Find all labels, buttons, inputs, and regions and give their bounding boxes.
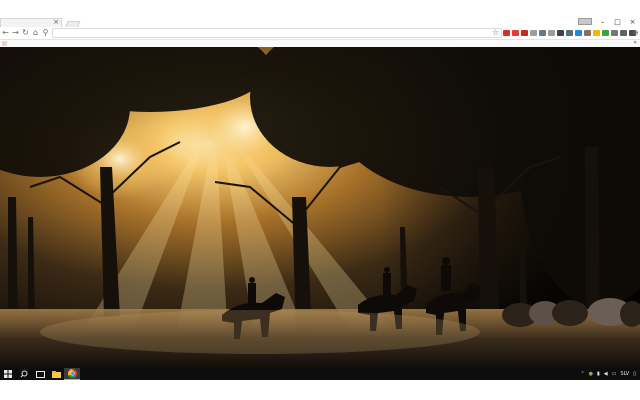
reload-icon[interactable]: ↻ <box>21 28 30 38</box>
forest-riders-scene <box>0 47 640 368</box>
notifications-icon[interactable]: ▯ <box>633 368 636 380</box>
system-tray: ⌃ ● ▮ ◀ ▭ SLV ▯ <box>576 368 640 380</box>
apps-icon[interactable] <box>2 41 7 46</box>
extension-icon-1[interactable] <box>503 30 510 36</box>
extension-icon-14[interactable] <box>620 30 627 36</box>
tray-app-icon[interactable]: ● <box>589 368 593 380</box>
window-controls: – □ × <box>595 18 640 27</box>
extension-icon-6[interactable] <box>548 30 555 36</box>
tab-close-icon[interactable]: × <box>53 18 59 27</box>
forward-icon[interactable]: → <box>11 28 20 38</box>
language-indicator[interactable]: SLV <box>620 368 629 380</box>
chrome-taskbar-button[interactable] <box>64 368 80 380</box>
task-view-button[interactable] <box>32 368 48 380</box>
extension-icon-3[interactable] <box>521 30 528 36</box>
maximize-button[interactable]: □ <box>610 18 625 27</box>
file-explorer-button[interactable] <box>48 368 64 380</box>
volume-icon[interactable]: ◀ <box>604 368 608 380</box>
windows-logo-icon <box>4 370 12 378</box>
bookmarks-overflow-icon[interactable]: » <box>633 39 637 47</box>
address-input[interactable] <box>56 29 496 37</box>
extension-icon-8[interactable] <box>566 30 573 36</box>
extension-icon-9[interactable] <box>575 30 582 36</box>
browser-tabstrip: × – □ × <box>0 0 640 29</box>
extension-icon-11[interactable] <box>593 30 600 36</box>
extension-icon-10[interactable] <box>584 30 591 36</box>
tray-overflow-icon[interactable]: ⌃ <box>580 368 584 380</box>
task-view-icon <box>35 370 45 378</box>
search-icon <box>20 370 28 378</box>
extension-icon-4[interactable] <box>530 30 537 36</box>
below-screen-area <box>0 380 640 400</box>
extension-icon-5[interactable] <box>539 30 546 36</box>
close-button[interactable]: × <box>625 18 640 27</box>
extension-icon-2[interactable] <box>512 30 519 36</box>
bookmark-star-icon[interactable]: ☆ <box>492 28 499 38</box>
extension-icon-12[interactable] <box>602 30 609 36</box>
tray-icon-misc[interactable]: ▭ <box>612 368 617 380</box>
folder-icon <box>51 370 61 378</box>
profile-badge[interactable] <box>578 18 592 25</box>
browser-tab[interactable]: × <box>0 18 62 27</box>
extension-icon-7[interactable] <box>557 30 564 36</box>
extension-icon-13[interactable] <box>611 30 618 36</box>
search-icon: ⚲ <box>42 28 49 37</box>
back-icon[interactable]: ← <box>1 28 10 38</box>
chrome-icon <box>67 369 77 378</box>
minimize-button[interactable]: – <box>595 18 610 27</box>
network-icon[interactable]: ▮ <box>597 368 600 380</box>
new-tab-background-photo <box>0 47 640 368</box>
chrome-menu-icon[interactable]: ≡ <box>631 28 640 38</box>
search-button[interactable] <box>16 368 32 380</box>
start-button[interactable] <box>0 368 16 380</box>
bookmarks-bar: » <box>0 39 640 47</box>
home-icon[interactable]: ⌂ <box>31 28 40 38</box>
address-bar[interactable] <box>52 28 502 38</box>
windows-taskbar: ⌃ ● ▮ ◀ ▭ SLV ▯ <box>0 368 640 400</box>
browser-toolbar: ← → ↻ ⌂ ⚲ ☆ ≡ <box>0 27 640 40</box>
